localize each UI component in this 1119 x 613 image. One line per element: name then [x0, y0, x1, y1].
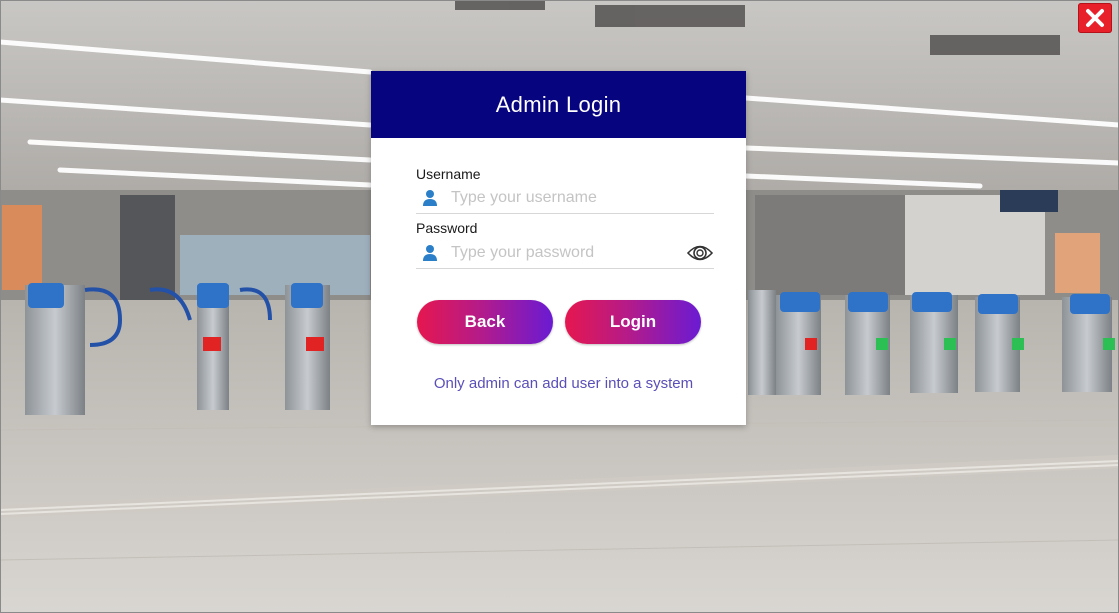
close-button[interactable] [1078, 3, 1112, 33]
username-input[interactable] [451, 186, 679, 210]
user-icon [423, 245, 437, 261]
password-input[interactable] [451, 241, 679, 265]
login-button[interactable]: Login [565, 300, 701, 344]
login-header: Admin Login [371, 71, 746, 138]
user-icon [423, 190, 437, 206]
back-button[interactable]: Back [417, 300, 553, 344]
login-title: Admin Login [495, 91, 622, 117]
username-field-row [416, 183, 714, 214]
username-label: Username [416, 166, 481, 182]
close-x-icon [1086, 9, 1104, 27]
admin-note: Only admin can add user into a system [433, 375, 694, 392]
password-field-row [416, 238, 714, 269]
password-label: Password [416, 220, 478, 236]
eye-icon[interactable] [686, 239, 714, 267]
login-dialog: Admin Login Username Password Back Login… [371, 71, 746, 425]
